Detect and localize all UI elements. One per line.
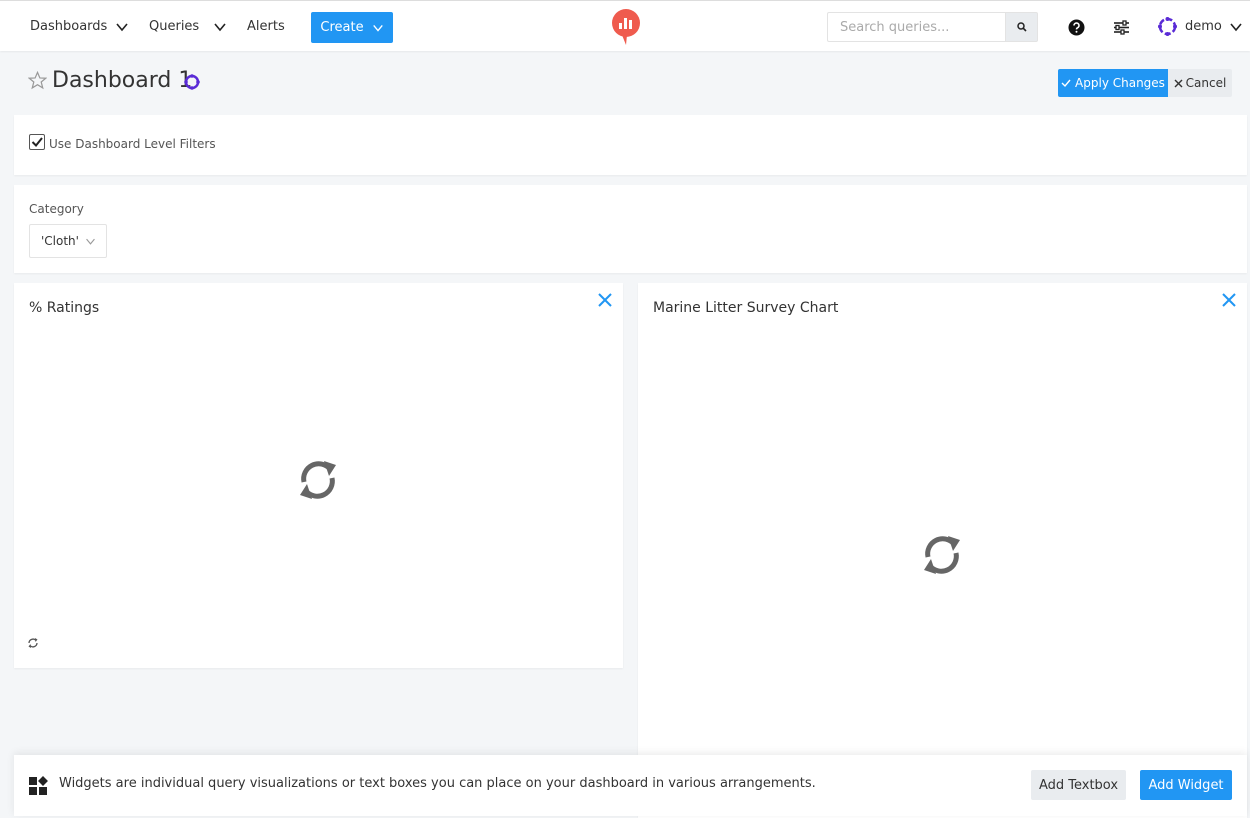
chevron-down-icon[interactable] [213,20,227,34]
cancel-label: Cancel [1185,76,1227,90]
category-filter-card: Category 'Cloth' [14,185,1247,273]
help-icon [1068,19,1084,35]
use-dashboard-filters-checkbox[interactable] [29,134,45,150]
widget-title: % Ratings [29,300,100,316]
close-icon[interactable] [1221,292,1237,308]
add-widget-label: Add Widget [1148,777,1224,793]
user-menu[interactable]: demo [1157,1,1243,52]
chevron-down-icon[interactable] [115,20,129,34]
search-input[interactable] [827,12,1006,42]
add-textbox-label: Add Textbox [1038,777,1119,793]
chevron-down-icon [86,238,95,245]
apply-changes-label: Apply Changes [1075,76,1165,90]
close-icon [1174,79,1183,87]
widget-ratings: % Ratings [14,283,623,668]
widgets-info-text: Widgets are individual query visualizati… [59,776,816,791]
settings-button[interactable] [1110,16,1132,38]
category-value: 'Cloth' [41,234,79,248]
close-icon[interactable] [597,292,613,308]
widget-marine-litter: Marine Litter Survey Chart [638,283,1247,818]
add-widget-button[interactable]: Add Widget [1140,770,1232,800]
avatar [1158,17,1177,36]
search-button[interactable] [1005,12,1038,42]
chevron-down-icon [1230,22,1242,31]
widget-title: Marine Litter Survey Chart [653,300,839,316]
widgets-icon [29,776,48,795]
check-icon [1061,79,1071,88]
category-label: Category [29,202,84,216]
page-title: Dashboard 1 [52,68,193,93]
add-textbox-button[interactable]: Add Textbox [1031,770,1126,800]
nav-queries[interactable]: Queries [149,1,199,52]
refresh-icon [300,461,336,499]
loading-indicator-icon [184,74,200,90]
nav-dashboards[interactable]: Dashboards [30,1,107,52]
use-dashboard-filters-label: Use Dashboard Level Filters [49,137,216,151]
cancel-button[interactable]: Cancel [1168,69,1232,97]
category-select[interactable]: 'Cloth' [29,224,107,258]
nav-dashboards-label: Dashboards [30,19,108,34]
logo-icon[interactable] [611,9,641,45]
refresh-icon[interactable] [27,637,39,649]
add-widget-bar: Widgets are individual query visualizati… [14,755,1247,816]
help-button[interactable] [1065,16,1087,38]
create-label: Create [320,20,364,35]
nav-queries-label: Queries [149,19,200,34]
star-icon[interactable] [28,71,47,90]
top-navbar: Dashboards Queries Alerts Create Search … [0,0,1250,51]
nav-alerts-label: Alerts [247,19,285,34]
refresh-icon [924,536,960,574]
apply-changes-button[interactable]: Apply Changes [1058,69,1168,97]
nav-alerts[interactable]: Alerts [247,1,285,52]
search-icon [1016,22,1027,32]
create-button[interactable]: Create [311,12,393,43]
chevron-down-icon [372,24,383,32]
dashboard-filters-toggle-card: Use Dashboard Level Filters [14,115,1247,175]
user-name: demo [1185,19,1222,34]
settings-sliders-icon [1113,19,1129,35]
